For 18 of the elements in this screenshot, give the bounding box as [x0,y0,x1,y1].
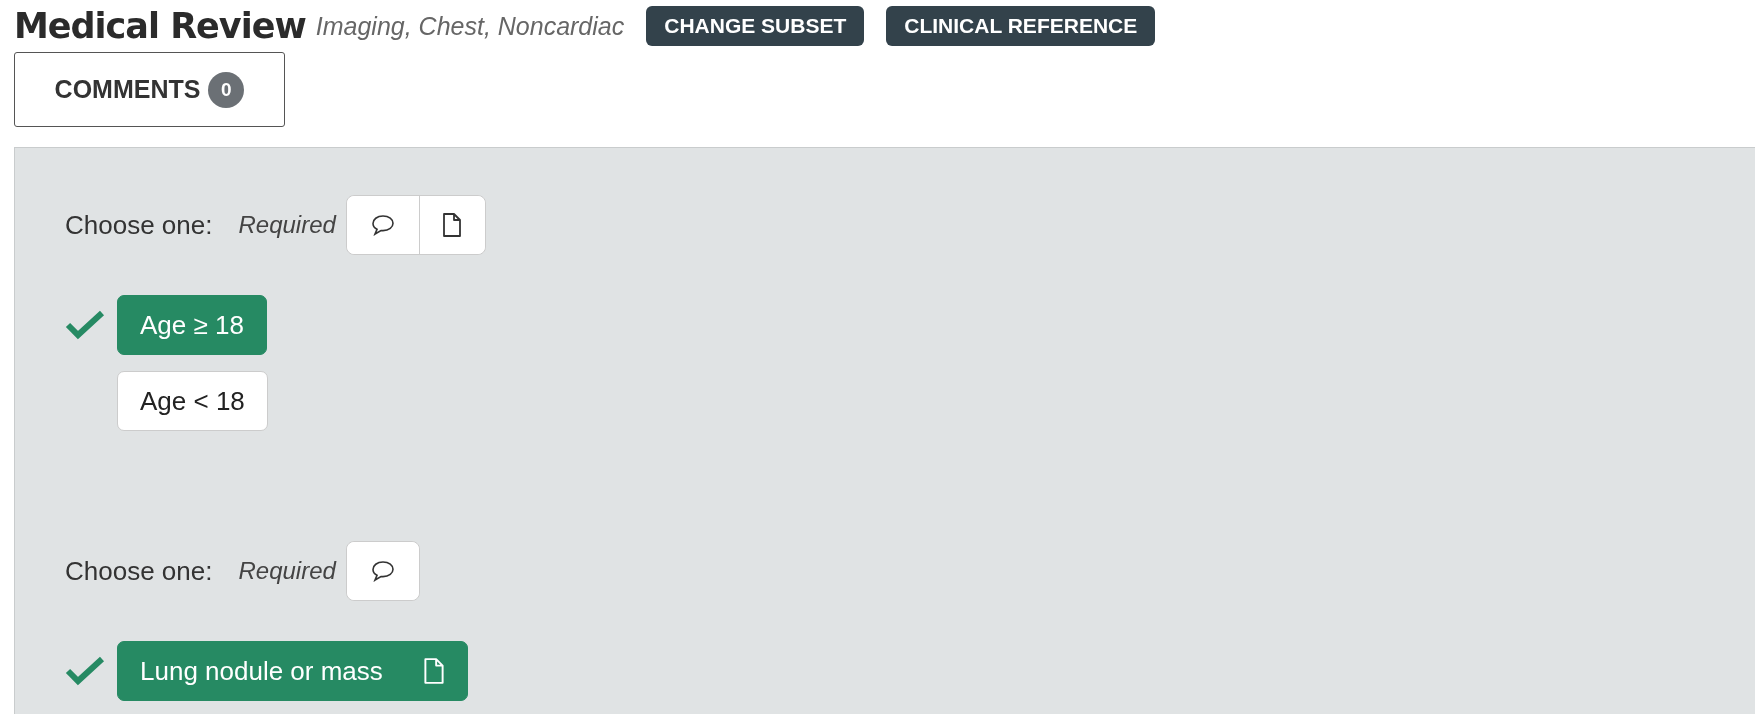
question-prompt: Choose one: [65,209,213,241]
speech-bubble-icon [369,559,396,583]
document-button[interactable] [418,196,485,254]
page-subtitle: Imaging, Chest, Noncardiac [315,11,625,41]
document-icon [442,212,463,238]
speech-bubble-icon [369,213,396,237]
question-prompt: Choose one: [65,555,213,587]
header-button[interactable]: CLINICAL REFERENCE [886,6,1156,46]
option-button[interactable]: Age < 18 [117,371,268,431]
comment-button[interactable] [346,542,419,600]
header-button[interactable]: CHANGE SUBSET [646,6,865,46]
option-button[interactable]: Lung nodule or mass [117,641,468,701]
required-label: Required [238,557,336,585]
comments-button[interactable]: COMMENTS 0 [14,52,285,127]
count-badge: 0 [208,71,245,108]
required-label: Required [238,211,336,239]
option-button[interactable]: Age ≥ 18 [117,295,267,355]
page-title: Medical Review [14,6,306,46]
